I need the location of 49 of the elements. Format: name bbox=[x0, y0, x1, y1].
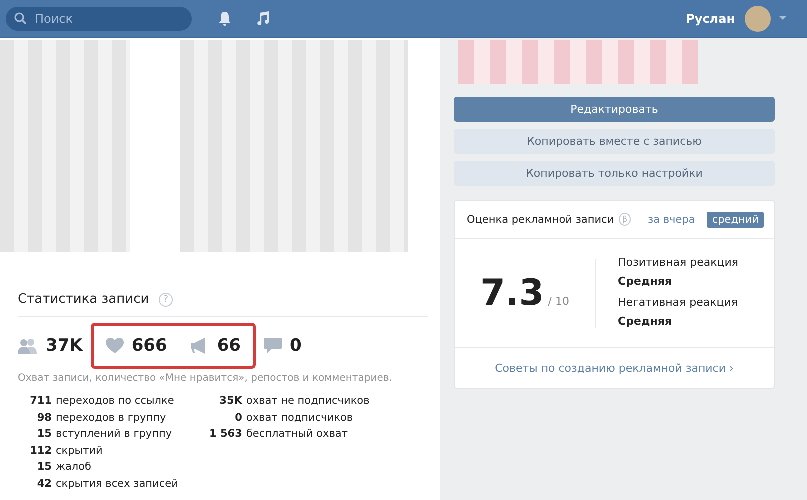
section-title: Статистика записи bbox=[18, 292, 150, 307]
stat-label: скрытий bbox=[56, 444, 104, 458]
reaction-label: Негативная реакция bbox=[618, 295, 738, 311]
stat-number: 42 bbox=[36, 476, 52, 492]
stats-caption: Охват записи, количество «Мне нравится», репостов и комментариев. bbox=[18, 373, 394, 384]
reaction-value: Средняя bbox=[618, 274, 674, 290]
avatar[interactable] bbox=[745, 6, 771, 32]
period-tab[interactable]: за вчера bbox=[643, 212, 700, 228]
score-scale: / 10 bbox=[548, 294, 570, 308]
card-title: Оценка рекламной записи bbox=[467, 214, 614, 226]
search-icon bbox=[14, 12, 27, 25]
stat-label: жалоб bbox=[56, 460, 93, 475]
speech-bubble-icon bbox=[264, 338, 282, 354]
people-icon bbox=[18, 338, 38, 354]
action-button[interactable]: Редактировать bbox=[454, 97, 775, 122]
score-value: 7.3 bbox=[480, 272, 544, 314]
stat-label: бесплатный охват bbox=[246, 427, 349, 442]
stat-number: 35K bbox=[218, 394, 242, 409]
music-note-icon[interactable] bbox=[256, 10, 270, 26]
stat-number: 15 bbox=[36, 460, 52, 475]
user-name[interactable]: Руслан bbox=[686, 12, 735, 26]
stat-label: охват подписчиков bbox=[246, 410, 354, 426]
counter-value: 666 bbox=[132, 336, 168, 356]
stat-number: 1 563 bbox=[208, 427, 242, 442]
search-field[interactable]: Поиск bbox=[6, 6, 192, 30]
counter-value: 66 bbox=[217, 336, 242, 356]
stat-label: переходов в группу bbox=[56, 410, 168, 426]
bell-icon[interactable] bbox=[218, 10, 232, 26]
action-button[interactable]: Копировать вместе с записью bbox=[454, 129, 775, 154]
stat-label: скрытия всех записей bbox=[56, 476, 178, 492]
counter-value: 0 bbox=[290, 336, 302, 356]
stat-label: переходов по ссылке bbox=[56, 394, 176, 409]
heart-icon bbox=[106, 338, 124, 354]
period-tab[interactable]: средний bbox=[707, 212, 764, 228]
stat-number: 15 bbox=[36, 427, 52, 442]
reaction-value: Средняя bbox=[618, 314, 674, 330]
caret-icon[interactable] bbox=[779, 16, 787, 21]
stat-number: 112 bbox=[29, 444, 52, 458]
tips-link[interactable]: Советы по созданию рекламной записи › bbox=[495, 362, 734, 374]
search-input[interactable]: Поиск bbox=[33, 10, 177, 26]
stat-number: 0 bbox=[234, 410, 242, 426]
stat-number: 98 bbox=[36, 410, 52, 426]
reaction-label: Позитивная реакция bbox=[618, 255, 738, 271]
counter-value: 37K bbox=[46, 336, 83, 356]
stat-label: охват не подписчиков bbox=[246, 394, 370, 409]
stat-label: вступлений в группу bbox=[56, 427, 174, 442]
beta-badge: β bbox=[619, 213, 632, 226]
action-button[interactable]: Копировать только настройки bbox=[454, 161, 775, 186]
stat-number: 711 bbox=[29, 394, 52, 409]
